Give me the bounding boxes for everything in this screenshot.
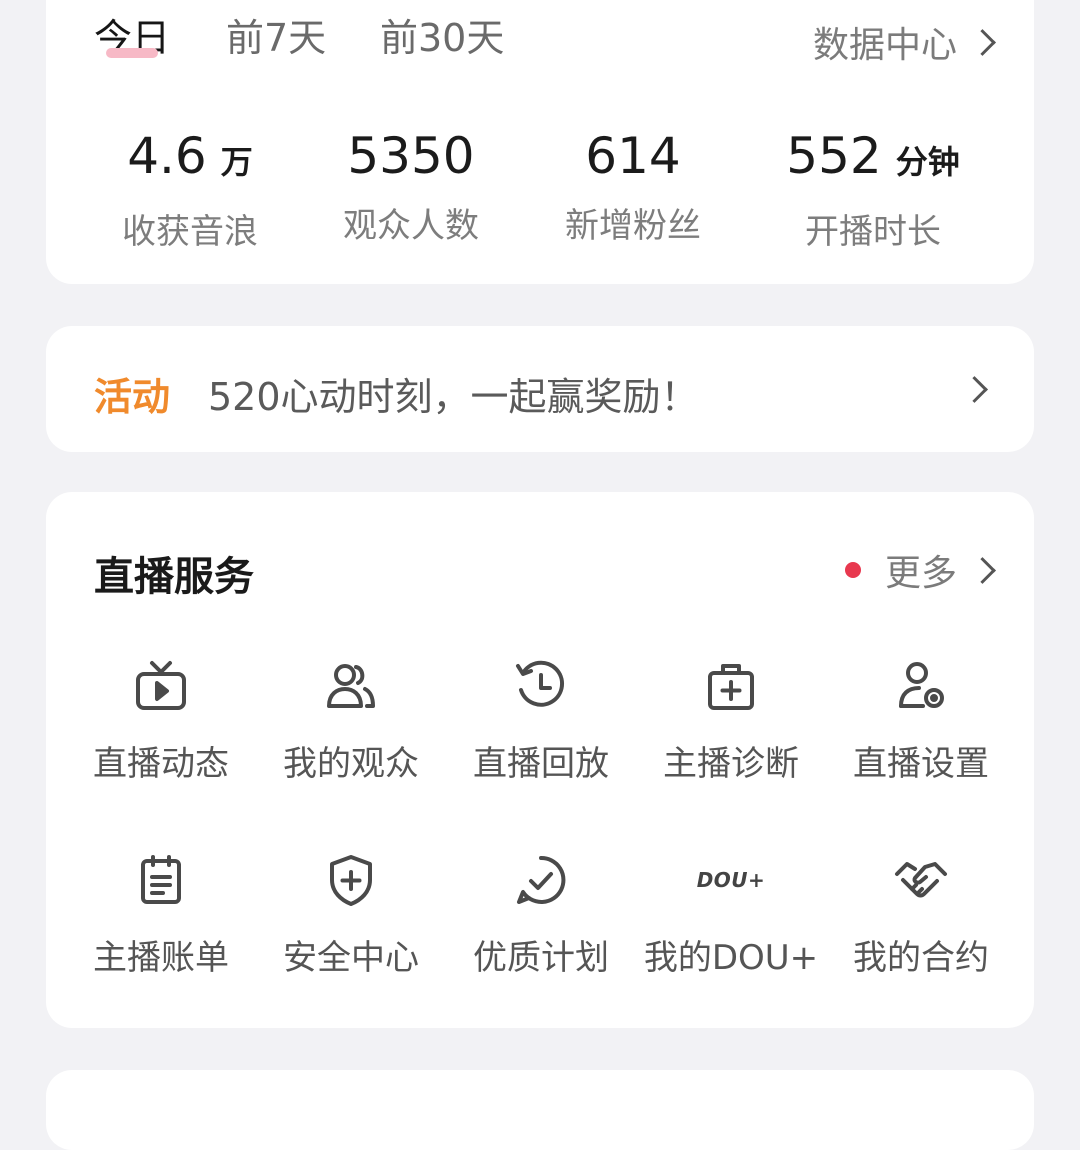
history-clock-icon	[516, 660, 565, 707]
stat-live-duration[interactable]: 552 分钟 开播时长	[753, 128, 993, 253]
tab-last-7-days[interactable]: 前7天	[226, 16, 326, 60]
stat-label: 观众人数	[343, 206, 479, 246]
shield-plus-icon	[330, 855, 372, 906]
chevron-right-icon	[969, 28, 996, 56]
service-label: 直播设置	[853, 744, 989, 784]
dou-plus-icon: DOU+	[697, 852, 765, 908]
stat-viewers[interactable]: 5350 观众人数	[291, 128, 531, 247]
service-label: 我的DOU+	[643, 938, 819, 978]
stat-label: 开播时长	[805, 212, 941, 252]
service-live-feed[interactable]: 直播动态	[66, 658, 256, 798]
next-section-card	[46, 1070, 1034, 1150]
chevron-right-icon	[961, 376, 988, 403]
service-my-dou-plus[interactable]: DOU+ 我的DOU+	[636, 852, 826, 992]
service-label: 主播账单	[93, 938, 229, 978]
activity-tag: 活动	[94, 375, 171, 419]
service-streamer-diagnosis[interactable]: 主播诊断	[636, 658, 826, 798]
activity-banner[interactable]: 活动 520心动时刻，一起赢奖励！	[46, 326, 1034, 452]
stat-sound-waves[interactable]: 4.6 万 收获音浪	[70, 128, 310, 253]
live-services-card: 直播服务 更多 直播动态 我的观众 直播回放 主播诊断 直播设置 主播账单 安全…	[46, 492, 1034, 1028]
user-settings-icon	[899, 662, 944, 708]
tv-play-icon	[136, 661, 186, 710]
stat-unit: 分钟	[895, 143, 960, 181]
service-label: 直播回放	[473, 744, 609, 784]
service-label: 优质计划	[473, 938, 609, 978]
service-security-center[interactable]: 安全中心	[256, 852, 446, 992]
tab-active-indicator	[106, 48, 158, 58]
activity-text: 520心动时刻，一起赢奖励！	[208, 375, 699, 419]
service-my-audience[interactable]: 我的观众	[256, 658, 446, 798]
stats-card: 今日 前7天 前30天 数据中心 4.6 万 收获音浪 5350 观众人数 614…	[46, 0, 1034, 284]
handshake-icon	[895, 862, 947, 898]
audience-icon	[327, 664, 375, 708]
stat-value: 5350	[347, 127, 475, 185]
section-title: 直播服务	[94, 554, 254, 600]
service-label: 我的观众	[283, 744, 419, 784]
service-my-contract[interactable]: 我的合约	[826, 852, 1016, 992]
service-quality-plan[interactable]: 优质计划	[446, 852, 636, 992]
data-center-link[interactable]: 数据中心	[812, 16, 996, 68]
dou-plus-logo-text: DOU+	[696, 868, 766, 892]
tab-last-30-days[interactable]: 前30天	[380, 16, 504, 60]
service-streamer-bill[interactable]: 主播账单	[66, 852, 256, 992]
service-live-replay[interactable]: 直播回放	[446, 658, 636, 798]
more-link[interactable]: 更多	[844, 544, 996, 596]
chevron-right-icon	[969, 556, 996, 584]
stat-value: 4.6	[127, 127, 207, 185]
stat-unit: 万	[220, 143, 253, 181]
stat-new-followers[interactable]: 614 新增粉丝	[513, 128, 753, 247]
notification-dot	[844, 562, 861, 578]
stat-value: 552	[786, 127, 882, 185]
service-label: 直播动态	[93, 744, 229, 784]
bill-clipboard-icon	[141, 855, 181, 904]
more-label: 更多	[884, 553, 957, 594]
service-label: 安全中心	[283, 938, 419, 978]
stat-label: 新增粉丝	[565, 206, 701, 246]
check-circle-icon	[517, 855, 566, 904]
medical-kit-icon	[708, 664, 754, 710]
service-label: 我的合约	[853, 938, 989, 978]
service-live-settings[interactable]: 直播设置	[826, 658, 1016, 798]
data-center-label: 数据中心	[812, 25, 957, 66]
service-label: 主播诊断	[663, 744, 799, 784]
stat-label: 收获音浪	[122, 212, 258, 252]
stat-value: 614	[585, 127, 681, 185]
